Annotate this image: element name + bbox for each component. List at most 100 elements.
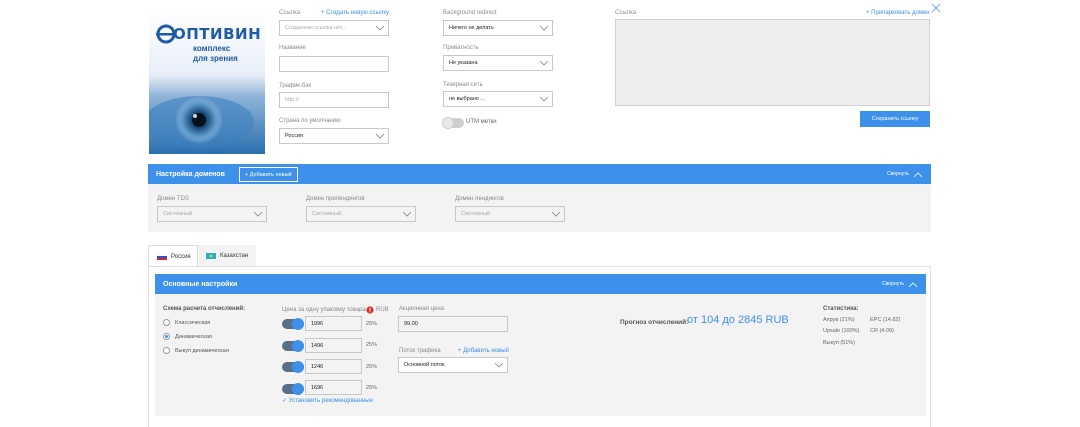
price-input-4-value: 1696: [311, 384, 324, 391]
brand-sub2: для зрения: [193, 54, 238, 63]
country-select[interactable]: Россия: [279, 128, 389, 144]
flow-select-value: Основной поток: [404, 362, 445, 368]
prelanding-select[interactable]: Системный: [306, 206, 416, 222]
link-label: Ссылка: [279, 10, 301, 16]
scheme-radio-dynamic[interactable]: [163, 333, 170, 340]
name-label: Название: [279, 45, 306, 51]
chevron-down-icon: [540, 25, 548, 31]
chevron-down-icon: [540, 60, 548, 66]
stat-buyout: Выкуп (51%): [823, 340, 856, 346]
stat-cr: CR (4.09): [870, 328, 894, 334]
chevron-up-icon: [913, 171, 923, 177]
redirect-select-value: Ничего не делать: [449, 25, 494, 31]
price-toggle-3[interactable]: [282, 361, 304, 373]
traffic-back-input[interactable]: http://: [279, 92, 389, 108]
domains-collapse-label: Свернуть: [887, 171, 909, 177]
main-collapse-button[interactable]: Свернуть: [882, 281, 918, 288]
forecast-label: Прогноз отчислений:: [620, 319, 689, 326]
link-textarea[interactable]: [615, 19, 930, 106]
chevron-down-icon: [495, 362, 503, 368]
brand-name: ОПТИВИН: [173, 25, 262, 43]
chevron-down-icon: [376, 133, 384, 139]
promo-input-value: 99.00: [404, 321, 418, 327]
price-currency: RUB: [376, 307, 389, 313]
flow-label: Поток трафика: [399, 348, 441, 354]
scheme-option-buyout: Выкуп динамическая: [175, 348, 229, 354]
domains-title: Настройка доменов: [156, 170, 225, 178]
domains-collapse-button[interactable]: Свернуть: [887, 171, 923, 178]
landing-select-value: Системный: [461, 211, 491, 217]
privacy-select-value: Не указана: [449, 60, 478, 66]
main-settings-title: Основные настройки: [163, 280, 238, 288]
product-image: ОПТИВИН комплекс для зрения: [149, 10, 265, 154]
price-input-2-value: 1496: [311, 342, 324, 349]
privacy-label: Приватность: [443, 45, 479, 51]
price-pct-1: 25%: [366, 321, 378, 327]
main-settings-body: [155, 294, 926, 416]
create-link-button[interactable]: + Создать новую ссылку: [321, 10, 389, 16]
promo-input[interactable]: 99.00: [398, 316, 508, 332]
price-pct-3: 25%: [366, 364, 378, 370]
stat-epc: EPC (14.82): [870, 317, 901, 323]
main-settings-header: Основные настройки Свернуть: [155, 274, 926, 294]
close-icon[interactable]: [930, 2, 942, 14]
main-collapse-label: Свернуть: [882, 281, 904, 287]
chevron-down-icon: [540, 96, 548, 102]
price-input-1[interactable]: 1996: [305, 316, 362, 331]
stat-upsale: Upsale (100%): [823, 328, 860, 334]
add-flow-button[interactable]: + Добавить новый: [458, 348, 509, 354]
price-pct-4: 25%: [366, 385, 378, 391]
price-input-3[interactable]: 1246: [305, 359, 362, 374]
add-domain-button[interactable]: + Добавить новый: [239, 167, 298, 182]
kazakhstan-flag-icon: [206, 253, 216, 259]
price-input-1-value: 1996: [311, 320, 324, 327]
promo-label: Акционная цена: [399, 306, 444, 312]
chevron-up-icon: [908, 281, 918, 287]
brand-sub1: комплекс: [193, 44, 231, 53]
domains-header: Настройка доменов + Добавить новый Сверн…: [148, 164, 931, 184]
price-input-2[interactable]: 1496: [305, 338, 362, 353]
country-select-value: Россия: [285, 133, 304, 139]
save-link-button[interactable]: Сохранить ссылку: [860, 111, 930, 127]
tab-kazakhstan-label: Казахстан: [220, 253, 249, 259]
tab-kazakhstan[interactable]: Казахстан: [198, 245, 256, 267]
teaser-select[interactable]: не выбрано ...: [443, 91, 553, 107]
price-toggle-4[interactable]: [282, 383, 304, 395]
set-recommended-button[interactable]: ✓ Установить рекомендованные: [282, 397, 373, 404]
price-toggle-1[interactable]: [282, 318, 304, 330]
privacy-select[interactable]: Не указана: [443, 55, 553, 71]
traffic-back-placeholder: http://: [285, 97, 299, 103]
traffic-back-label: Трафик-бэк: [279, 83, 311, 89]
price-label: Цена за одну упаковку товара в: [282, 307, 371, 313]
price-input-4[interactable]: 1696: [305, 380, 362, 395]
park-domain-button[interactable]: + Припарковать домен: [866, 10, 930, 16]
teaser-label: Тизерная сеть: [443, 82, 483, 88]
stat-approve: Апрув (21%): [823, 317, 855, 323]
stats-title: Статистика:: [823, 306, 859, 312]
utm-toggle[interactable]: [442, 117, 464, 129]
country-label: Страна по умолчанию: [279, 118, 341, 124]
scheme-radio-classic[interactable]: [163, 319, 170, 326]
price-pct-2: 25%: [366, 342, 378, 348]
price-toggle-2[interactable]: [282, 340, 304, 352]
chevron-down-icon: [254, 211, 262, 217]
landing-select[interactable]: Системный: [455, 206, 565, 222]
tds-select[interactable]: Системный: [157, 206, 267, 222]
chevron-down-icon: [376, 25, 384, 31]
landing-label: Домен лендингов: [455, 196, 504, 202]
redirect-select[interactable]: Ничего не делать: [443, 20, 553, 36]
scheme-radio-buyout[interactable]: [163, 347, 170, 354]
name-input[interactable]: [279, 56, 389, 72]
chevron-down-icon: [403, 211, 411, 217]
utm-label: UTM метки: [466, 119, 497, 125]
scheme-option-classic: Классическая: [175, 320, 211, 326]
chevron-down-icon: [552, 211, 560, 217]
flow-select[interactable]: Основной поток: [398, 357, 508, 373]
teaser-select-value: не выбрано ...: [449, 96, 485, 102]
tab-russia[interactable]: Россия: [148, 245, 198, 267]
link-select[interactable]: Созданная ссылка нет...: [279, 20, 389, 36]
scheme-label: Схема расчета отчислений:: [163, 306, 246, 312]
russia-flag-icon: [157, 253, 167, 260]
right-link-label: Ссылка: [615, 10, 637, 16]
price-input-3-value: 1246: [311, 363, 324, 370]
